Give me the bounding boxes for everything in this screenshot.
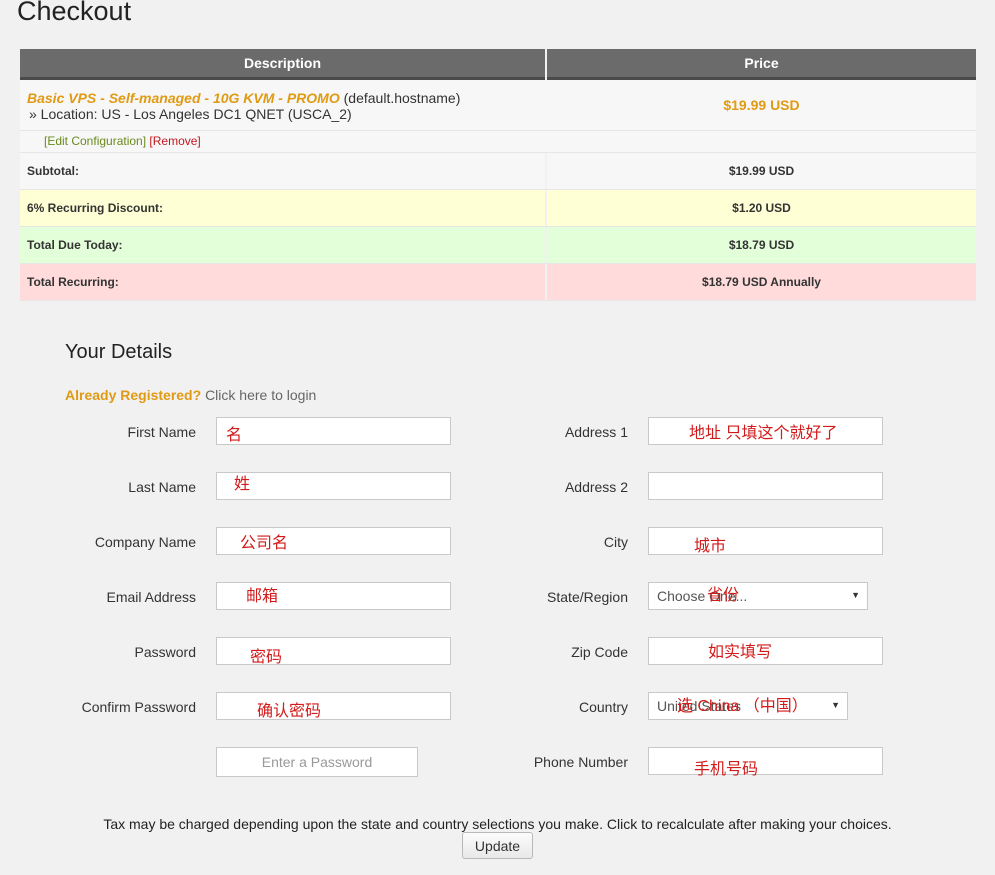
last-name-input[interactable] bbox=[216, 472, 451, 500]
state-region-label: State/Region bbox=[547, 589, 628, 605]
subtotal-label: Subtotal: bbox=[20, 153, 545, 189]
subtotal-value: $19.99 USD bbox=[547, 153, 976, 189]
zip-code-label: Zip Code bbox=[571, 644, 628, 660]
city-input[interactable] bbox=[648, 527, 883, 555]
page-title: Checkout bbox=[17, 0, 132, 26]
chevron-down-icon: ▼ bbox=[851, 590, 860, 600]
total-due-label: Total Due Today: bbox=[20, 227, 545, 263]
address2-label: Address 2 bbox=[564, 479, 628, 495]
already-registered-label: Already Registered? bbox=[65, 387, 202, 403]
total-recurring-value: $18.79 USD Annually bbox=[547, 264, 976, 300]
password-annotation: 密码 bbox=[250, 649, 283, 666]
address2-input[interactable] bbox=[648, 472, 883, 500]
discount-row: 6% Recurring Discount: $1.20 USD bbox=[20, 190, 976, 227]
total-due-value: $18.79 USD bbox=[547, 227, 976, 263]
country-annotation: 选 China （中国） bbox=[677, 698, 808, 715]
country-label: Country bbox=[578, 699, 628, 715]
company-name-annotation: 公司名 bbox=[240, 535, 289, 552]
confirm-password-annotation: 确认密码 bbox=[257, 703, 322, 720]
phone-number-input[interactable] bbox=[648, 747, 883, 775]
password-label: Password bbox=[134, 644, 196, 660]
state-region-annotation: 省份 bbox=[707, 587, 740, 604]
cart-header-row: Description Price bbox=[20, 49, 976, 80]
product-location: » Location: US - Los Angeles DC1 QNET (U… bbox=[29, 106, 352, 122]
address1-label: Address 1 bbox=[564, 424, 628, 440]
confirm-password-input[interactable] bbox=[216, 692, 451, 720]
product-price: $19.99 USD bbox=[723, 97, 800, 113]
city-label: City bbox=[603, 534, 628, 550]
product-name: Basic VPS - Self-managed - 10G KVM - PRO… bbox=[27, 90, 340, 106]
first-name-annotation: 名 bbox=[226, 427, 243, 444]
last-name-annotation: 姓 bbox=[234, 476, 251, 493]
update-button[interactable]: Update bbox=[462, 832, 533, 859]
cart-item-row: Basic VPS - Self-managed - 10G KVM - PRO… bbox=[20, 80, 976, 131]
phone-number-annotation: 手机号码 bbox=[694, 761, 759, 778]
column-header-price: Price bbox=[547, 49, 976, 80]
tax-note: Tax may be charged depending upon the st… bbox=[103, 816, 892, 832]
state-region-select[interactable]: Choose One... ▼ bbox=[648, 582, 868, 610]
cart-table: Description Price Basic VPS - Self-manag… bbox=[20, 49, 976, 301]
last-name-label: Last Name bbox=[128, 479, 196, 495]
chevron-down-icon: ▼ bbox=[831, 700, 840, 710]
confirm-password-label: Confirm Password bbox=[81, 699, 196, 715]
password-strength-meter: Enter a Password bbox=[216, 747, 418, 777]
column-header-description: Description bbox=[20, 49, 545, 80]
total-due-row: Total Due Today: $18.79 USD bbox=[20, 227, 976, 264]
product-hostname: (default.hostname) bbox=[339, 90, 461, 106]
address1-annotation: 地址 只填这个就好了 bbox=[689, 425, 838, 442]
remove-item-link[interactable]: [Remove] bbox=[149, 134, 200, 148]
phone-number-label: Phone Number bbox=[533, 754, 628, 770]
cart-item-actions: [Edit Configuration] [Remove] bbox=[20, 131, 976, 153]
first-name-label: First Name bbox=[127, 424, 196, 440]
email-address-label: Email Address bbox=[106, 589, 196, 605]
cart-item-description: Basic VPS - Self-managed - 10G KVM - PRO… bbox=[20, 80, 545, 130]
subtotal-row: Subtotal: $19.99 USD bbox=[20, 153, 976, 190]
zip-code-annotation: 如实填写 bbox=[708, 644, 773, 661]
city-annotation: 城市 bbox=[694, 538, 727, 555]
total-recurring-label: Total Recurring: bbox=[20, 264, 545, 300]
already-registered: Already Registered? Click here to login bbox=[65, 387, 316, 403]
section-title-your-details: Your Details bbox=[65, 341, 173, 363]
login-link[interactable]: Click here to login bbox=[205, 387, 316, 403]
discount-value: $1.20 USD bbox=[547, 190, 976, 226]
first-name-input[interactable] bbox=[216, 417, 451, 445]
edit-configuration-link[interactable]: [Edit Configuration] bbox=[44, 134, 146, 148]
email-address-annotation: 邮箱 bbox=[246, 588, 279, 605]
total-recurring-row: Total Recurring: $18.79 USD Annually bbox=[20, 264, 976, 301]
discount-label: 6% Recurring Discount: bbox=[20, 190, 545, 226]
company-name-label: Company Name bbox=[94, 534, 196, 550]
